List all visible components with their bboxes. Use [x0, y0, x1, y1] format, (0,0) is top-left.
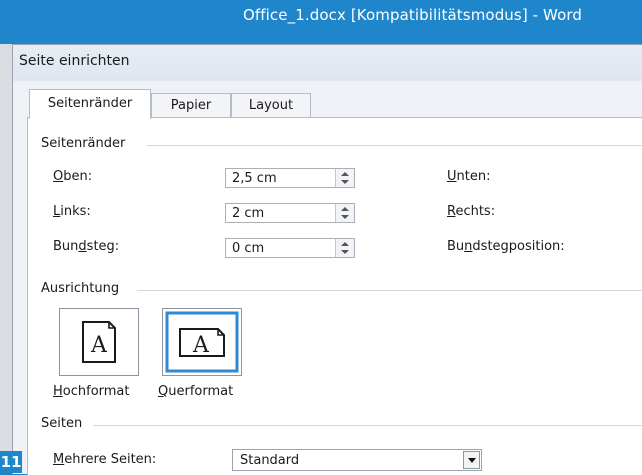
tab-label: Seitenränder — [47, 96, 133, 111]
label-hochformat: Hochformat — [53, 384, 130, 399]
bundsteg-spinner[interactable]: 0 cm — [225, 238, 355, 258]
label-unten: Unten: — [447, 169, 490, 184]
document-background-strip — [0, 44, 12, 473]
dialog-title: Seite einrichten — [19, 53, 130, 69]
label-accesskey: Q — [158, 384, 169, 399]
dropdown-button[interactable] — [463, 451, 480, 469]
step-number-badge: 11 — [0, 451, 22, 473]
label-accesskey: U — [447, 169, 457, 184]
links-spinner[interactable]: 2 cm — [225, 203, 355, 223]
label-text: ben: — [63, 169, 93, 184]
bundsteg-spin-arrows[interactable] — [335, 239, 354, 257]
label-text: uerformat — [168, 384, 234, 399]
label-text: dstegposition: — [472, 239, 565, 254]
label-text: Bun — [53, 239, 79, 254]
group-label-pages: Seiten — [41, 416, 83, 431]
label-text: steg: — [86, 239, 120, 254]
mehrere-seiten-select[interactable]: Standard — [232, 449, 482, 471]
window-title: Office_1.docx [Kompatibilitätsmodus] - W… — [243, 6, 582, 24]
group-label-margins: Seitenränder — [41, 136, 126, 151]
label-text: ochformat — [62, 384, 130, 399]
spin-up-icon[interactable] — [341, 242, 349, 246]
portrait-page-icon: A — [82, 321, 116, 363]
label-rechts: Rechts: — [447, 204, 495, 219]
label-text: echts: — [455, 204, 496, 219]
label-oben: Oben: — [53, 169, 92, 184]
bundsteg-value: 0 cm — [232, 241, 265, 256]
group-divider — [93, 425, 642, 426]
label-bundstegposition: Bundstegposition: — [447, 239, 565, 254]
tab-seitenraender[interactable]: Seitenränder — [29, 89, 151, 119]
mehrere-seiten-value: Standard — [240, 453, 300, 468]
links-value: 2 cm — [232, 206, 265, 221]
oben-spinner[interactable]: 2,5 cm — [225, 168, 355, 188]
group-divider — [137, 290, 642, 291]
spin-down-icon[interactable] — [341, 180, 349, 184]
label-text: Bu — [447, 239, 465, 254]
tab-layout[interactable]: Layout — [231, 93, 311, 118]
word-title-bar: Office_1.docx [Kompatibilitätsmodus] - W… — [0, 0, 642, 44]
label-accesskey: M — [53, 452, 65, 467]
oben-spin-arrows[interactable] — [335, 169, 354, 187]
landscape-orientation-button[interactable]: A — [162, 308, 242, 376]
label-text: ehrere Seiten: — [64, 452, 157, 467]
landscape-page-icon: A — [165, 311, 239, 373]
spin-up-icon[interactable] — [341, 207, 349, 211]
label-accesskey: O — [53, 169, 64, 184]
landscape-glyph: A — [192, 333, 210, 358]
label-accesskey: H — [53, 384, 63, 399]
portrait-orientation-button[interactable]: A — [59, 308, 139, 376]
label-querformat: Querformat — [158, 384, 233, 399]
oben-value: 2,5 cm — [232, 171, 277, 186]
links-spin-arrows[interactable] — [335, 204, 354, 222]
label-text: inks: — [60, 204, 91, 219]
portrait-glyph: A — [90, 333, 108, 358]
label-bundsteg: Bundsteg: — [53, 239, 119, 254]
spin-down-icon[interactable] — [341, 250, 349, 254]
page-setup-dialog: Seite einrichten Seitenränder Papier Lay… — [12, 44, 642, 475]
dialog-title-bar: Seite einrichten — [13, 45, 642, 81]
chevron-down-icon — [468, 458, 476, 463]
tab-label: Papier — [170, 98, 212, 113]
label-mehrere-seiten: Mehrere Seiten: — [53, 452, 156, 467]
label-accesskey: d — [78, 239, 87, 254]
group-divider — [147, 145, 642, 146]
spin-up-icon[interactable] — [341, 172, 349, 176]
tab-papier[interactable]: Papier — [151, 93, 231, 118]
spin-down-icon[interactable] — [341, 215, 349, 219]
label-links: Links: — [53, 204, 91, 219]
label-text: nten: — [456, 169, 491, 184]
tab-label: Layout — [248, 98, 294, 113]
group-label-orientation: Ausrichtung — [41, 281, 120, 296]
